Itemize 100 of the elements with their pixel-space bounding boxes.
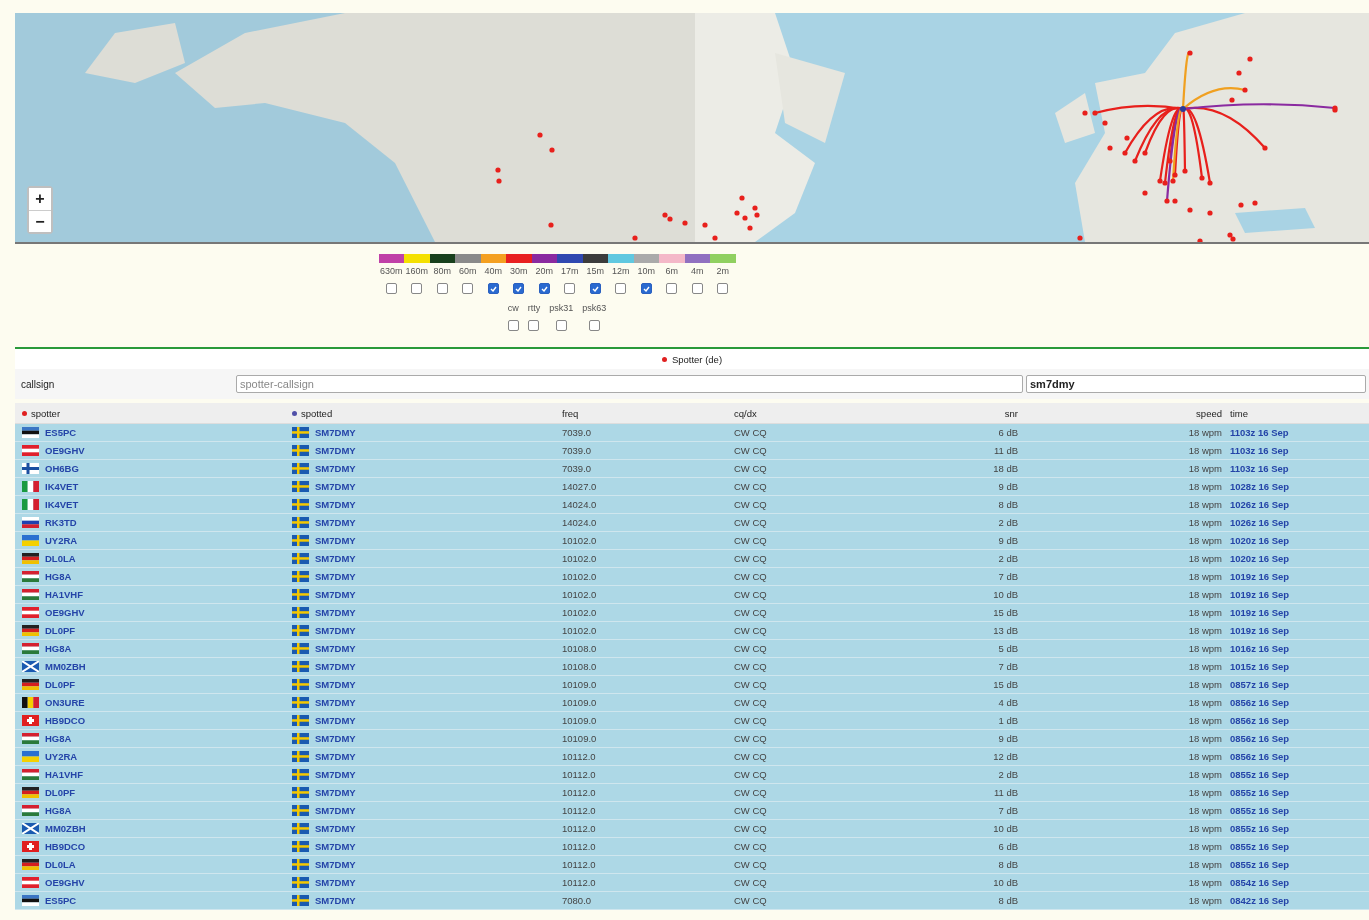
band-checkbox[interactable] [385,283,397,294]
spotted-link[interactable]: SM7DMY [315,895,356,906]
spotted-link[interactable]: SM7DMY [315,697,356,708]
spotter-link[interactable]: DL0PF [45,787,76,798]
spotter-link[interactable]: UY2RA [45,535,78,546]
spotted-link[interactable]: SM7DMY [315,607,356,618]
spotter-link[interactable]: OE9GHV [45,607,85,618]
spotter-link[interactable]: DL0LA [45,859,76,870]
band-label: 17m [561,266,579,276]
column-header[interactable]: cq/dx [734,407,757,419]
spotted-link[interactable]: SM7DMY [315,427,356,438]
spotted-link[interactable]: SM7DMY [315,625,356,636]
freq-cell-text: 10102.0 [561,589,598,600]
band-checkbox[interactable] [666,283,678,294]
spotter-link[interactable]: HA1VHF [45,769,83,780]
spotter-link[interactable]: DL0LA [45,553,76,564]
spotted-link[interactable]: SM7DMY [315,787,356,798]
spotter-link[interactable]: UY2RA [45,751,78,762]
spotted-link[interactable]: SM7DMY [315,823,356,834]
spotter-link[interactable]: IK4VET [45,499,79,510]
spotter-link[interactable]: HG8A [45,805,72,816]
column-header[interactable]: speed [1196,407,1222,419]
mode-checkbox[interactable] [507,320,519,331]
column-header[interactable]: snr [1004,407,1018,419]
band-checkbox[interactable] [589,283,601,294]
flag-icon [22,877,39,888]
band-checkbox[interactable] [691,283,703,294]
snr-cell-text: 7 dB [997,661,1019,672]
band-checkbox[interactable] [436,283,448,294]
spotted-link[interactable]: SM7DMY [315,805,356,816]
time-cell-text: 1019z 16 Sep [1229,625,1291,636]
speed-cell-text: 18 wpm [1187,679,1223,690]
spotted-link[interactable]: SM7DMY [315,751,356,762]
spotted-link[interactable]: SM7DMY [315,769,356,780]
column-header[interactable]: spotter [31,407,61,419]
mode-checkbox[interactable] [528,320,540,331]
zoom-out-button[interactable]: − [29,210,51,232]
spotter-link[interactable]: RK3TD [45,517,77,528]
spotter-link[interactable]: OE9GHV [45,445,85,456]
spotted-link[interactable]: SM7DMY [315,445,356,456]
spotter-link[interactable]: MM0ZBH [45,823,86,834]
band-checkbox[interactable] [564,283,576,294]
spotted-link[interactable]: SM7DMY [315,499,356,510]
spotter-link[interactable]: ES5PC [45,427,77,438]
spotted-link[interactable]: SM7DMY [315,517,356,528]
spotted-link[interactable]: SM7DMY [315,715,356,726]
spotter-link[interactable]: OE9GHV [45,877,85,888]
speed-cell-text: 18 wpm [1187,571,1223,582]
spotter-link[interactable]: ES5PC [45,895,77,906]
band-checkbox[interactable] [487,283,499,294]
flag-icon [292,823,309,834]
mode-checkbox[interactable] [555,320,567,331]
spotter-link[interactable]: HG8A [45,643,72,654]
mode-cell-text: CW CQ [733,445,768,456]
spotted-link[interactable]: SM7DMY [315,571,356,582]
band-checkbox[interactable] [462,283,474,294]
spotted-link[interactable]: SM7DMY [315,643,356,654]
spotted-link[interactable]: SM7DMY [315,841,356,852]
spotter-link[interactable]: HG8A [45,733,72,744]
spotter-link[interactable]: DL0PF [45,679,76,690]
band-checkbox[interactable] [411,283,423,294]
spotter-link[interactable]: HB9DCO [45,715,86,726]
speed-cell-text: 18 wpm [1187,733,1223,744]
spotter-link[interactable]: DL0PF [45,625,76,636]
band-checkbox[interactable] [717,283,729,294]
spotted-link[interactable]: SM7DMY [315,553,356,564]
spotted-link[interactable]: SM7DMY [315,463,356,474]
spotted-link[interactable]: SM7DMY [315,877,356,888]
callsign-field[interactable]: sm7dmy [1026,375,1366,393]
spotter-link[interactable]: ON3URE [45,697,85,708]
mode-checkbox[interactable] [588,320,600,331]
flag-icon [292,589,309,600]
spotter-link[interactable]: OH6BG [45,463,79,474]
spotter-link[interactable]: MM0ZBH [45,661,86,672]
band-checkbox[interactable] [513,283,525,294]
mode-label: cw [507,303,519,313]
spotted-link[interactable]: SM7DMY [315,589,356,600]
spotted-link[interactable]: SM7DMY [315,481,356,492]
flag-icon [22,751,39,762]
spotter-link[interactable]: HG8A [45,571,72,582]
spotter-link[interactable]: HB9DCO [45,841,86,852]
direction-label: Spotter (de) [670,354,723,365]
spotter-callsign-field[interactable]: spotter-callsign [236,375,1023,393]
spotter-link[interactable]: IK4VET [45,481,79,492]
column-header[interactable]: spotted [301,407,333,419]
column-header[interactable]: time [1230,407,1248,419]
freq-cell-text: 10102.0 [561,553,598,564]
spotted-link[interactable]: SM7DMY [315,733,356,744]
spotted-link[interactable]: SM7DMY [315,859,356,870]
spotted-link[interactable]: SM7DMY [315,535,356,546]
band-checkbox[interactable] [615,283,627,294]
spotter-link[interactable]: HA1VHF [45,589,83,600]
column-header[interactable]: freq [562,407,579,419]
band-checkbox[interactable] [640,283,652,294]
snr-cell-text: 2 dB [997,553,1019,564]
mode-cell-text: CW CQ [733,877,768,888]
band-checkbox[interactable] [538,283,550,294]
spotted-link[interactable]: SM7DMY [315,679,356,690]
spotted-link[interactable]: SM7DMY [315,661,356,672]
time-cell-text: 0857z 16 Sep [1229,679,1291,690]
